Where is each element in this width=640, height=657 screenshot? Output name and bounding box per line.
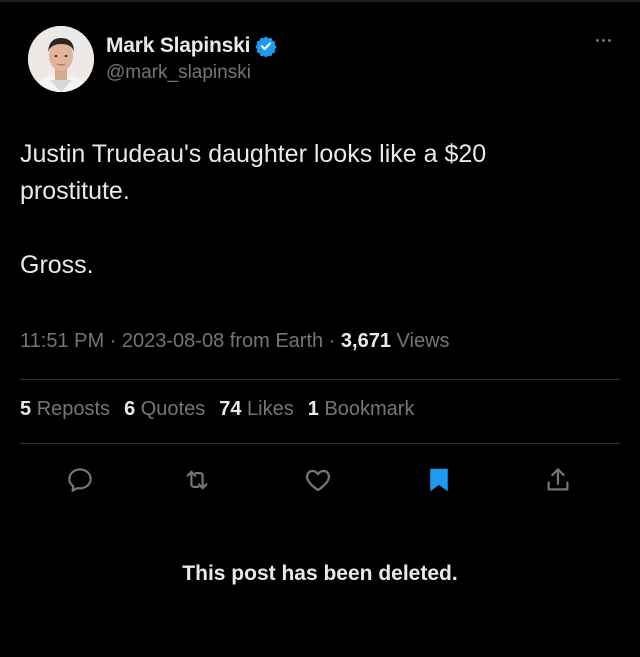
author-info: Mark Slapinski @mark_slapinski <box>106 33 277 84</box>
bookmark-button[interactable] <box>419 460 459 500</box>
action-bar <box>20 460 620 504</box>
bookmarks-stat[interactable]: 1 Bookmark <box>308 398 415 420</box>
heart-icon <box>305 469 331 492</box>
name-row: Mark Slapinski <box>106 33 277 59</box>
engagement-stats: 5 Reposts 6 Quotes 74 Likes 1 Bookmark <box>20 398 414 421</box>
tweet-meta: 11:51 PM · 2023-08-08 from Earth · 3,671… <box>20 330 450 353</box>
reposts-label: Reposts <box>36 398 111 420</box>
quotes-stat[interactable]: 6 Quotes <box>124 398 205 420</box>
tweet-text: Justin Trudeau's daughter looks like a $… <box>20 140 487 279</box>
verified-badge-icon <box>255 35 277 58</box>
bookmarks-label: Bookmark <box>324 398 415 420</box>
repost-button[interactable] <box>177 460 217 500</box>
likes-stat[interactable]: 74 Likes <box>219 398 294 420</box>
meta-separator: · <box>328 330 341 352</box>
display-name[interactable]: Mark Slapinski <box>106 34 250 58</box>
deleted-notice: This post has been deleted. <box>182 562 458 585</box>
reply-icon <box>68 468 92 492</box>
avatar-image <box>28 26 94 92</box>
like-button[interactable] <box>298 460 338 500</box>
likes-count: 74 <box>219 398 242 420</box>
repost-icon <box>186 470 208 490</box>
more-options-icon[interactable] <box>588 30 618 50</box>
share-icon <box>547 468 569 491</box>
divider <box>20 443 620 444</box>
bookmark-icon <box>430 468 448 492</box>
tweet-source: from Earth <box>229 330 324 352</box>
meta-separator: · <box>109 330 122 352</box>
reposts-count: 5 <box>20 398 32 420</box>
quotes-count: 6 <box>124 398 136 420</box>
likes-label: Likes <box>247 398 294 420</box>
tweet-time[interactable]: 11:51 PM <box>20 330 104 352</box>
avatar[interactable] <box>28 26 94 92</box>
views-label: Views <box>396 330 450 352</box>
tweet-date[interactable]: 2023-08-08 <box>122 330 224 352</box>
reply-button[interactable] <box>60 460 100 500</box>
divider <box>20 379 620 380</box>
handle[interactable]: @mark_slapinski <box>106 62 277 84</box>
tweet-header: Mark Slapinski @mark_slapinski <box>20 24 620 100</box>
views-count: 3,671 <box>340 330 391 352</box>
reposts-stat[interactable]: 5 Reposts <box>20 398 110 420</box>
quotes-label: Quotes <box>140 398 206 420</box>
bookmarks-count: 1 <box>307 398 319 420</box>
top-border <box>0 0 640 2</box>
share-button[interactable] <box>538 460 578 500</box>
